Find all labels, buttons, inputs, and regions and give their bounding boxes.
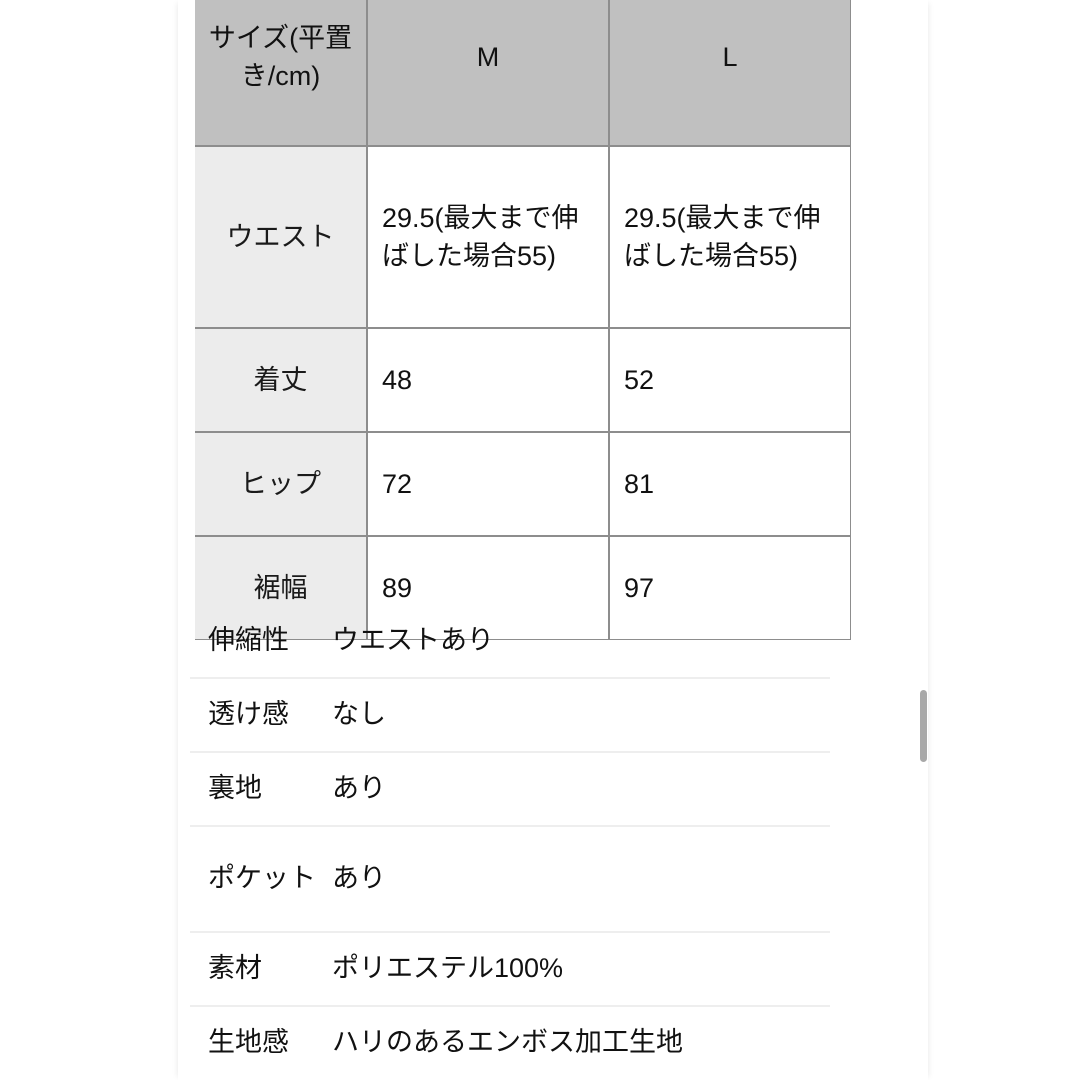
cell-length-l: 52 <box>609 328 851 432</box>
size-table-header: サイズ(平置き/cm) M L <box>195 0 851 146</box>
row-label-hip: ヒップ <box>195 432 367 536</box>
spec-label: 伸縮性 <box>208 625 289 656</box>
row-label-waist: ウエスト <box>195 146 367 328</box>
header-cell-l: L <box>609 0 851 146</box>
cell-hip-l: 81 <box>609 432 851 536</box>
table-row: 着丈 48 52 <box>195 328 851 432</box>
size-table-body: ウエスト 29.5(最大まで伸ばした場合55) 29.5(最大まで伸ばした場合5… <box>195 146 851 640</box>
spec-label: 生地感 <box>208 1027 289 1058</box>
spec-row-material: 素材 ポリエステル100% <box>190 931 830 1005</box>
spec-row-lining: 裏地 あり <box>190 751 830 825</box>
spec-value: あり <box>332 773 386 804</box>
spec-value: なし <box>332 699 386 730</box>
spec-value: ハリのあるエンボス加工生地 <box>332 1027 683 1058</box>
spec-label: 素材 <box>208 953 262 984</box>
scrollbar-track[interactable] <box>919 0 927 1080</box>
cell-hip-m: 72 <box>367 432 609 536</box>
table-header-row: サイズ(平置き/cm) M L <box>195 0 851 146</box>
header-cell-size: サイズ(平置き/cm) <box>195 0 367 146</box>
spec-row-stretch: 伸縮性 ウエストあり <box>190 605 830 677</box>
spec-row-fabric-feel: 生地感 ハリのあるエンボス加工生地 <box>190 1005 830 1079</box>
spec-label: 透け感 <box>208 699 289 730</box>
header-cell-m: M <box>367 0 609 146</box>
product-spec-list: 伸縮性 ウエストあり 透け感 なし 裏地 あり ポケット あり 素材 ポリエステ… <box>190 605 830 1079</box>
page-sheet: サイズ(平置き/cm) M L ウエスト 29.5(最大まで伸ばした場合55) … <box>178 0 928 1080</box>
spec-row-pocket: ポケット あり <box>190 825 830 931</box>
scrollbar-thumb[interactable] <box>920 690 927 762</box>
table-row: ヒップ 72 81 <box>195 432 851 536</box>
table-row: ウエスト 29.5(最大まで伸ばした場合55) 29.5(最大まで伸ばした場合5… <box>195 146 851 328</box>
size-measurement-table: サイズ(平置き/cm) M L ウエスト 29.5(最大まで伸ばした場合55) … <box>195 0 851 640</box>
cell-waist-m: 29.5(最大まで伸ばした場合55) <box>367 146 609 328</box>
cell-length-m: 48 <box>367 328 609 432</box>
row-label-length: 着丈 <box>195 328 367 432</box>
spec-value: ウエストあり <box>332 625 494 656</box>
spec-label: ポケット <box>208 863 316 894</box>
cell-waist-l: 29.5(最大まで伸ばした場合55) <box>609 146 851 328</box>
spec-label: 裏地 <box>208 773 262 804</box>
spec-value: ポリエステル100% <box>332 953 564 984</box>
spec-row-sheerness: 透け感 なし <box>190 677 830 751</box>
spec-value: あり <box>332 863 386 894</box>
